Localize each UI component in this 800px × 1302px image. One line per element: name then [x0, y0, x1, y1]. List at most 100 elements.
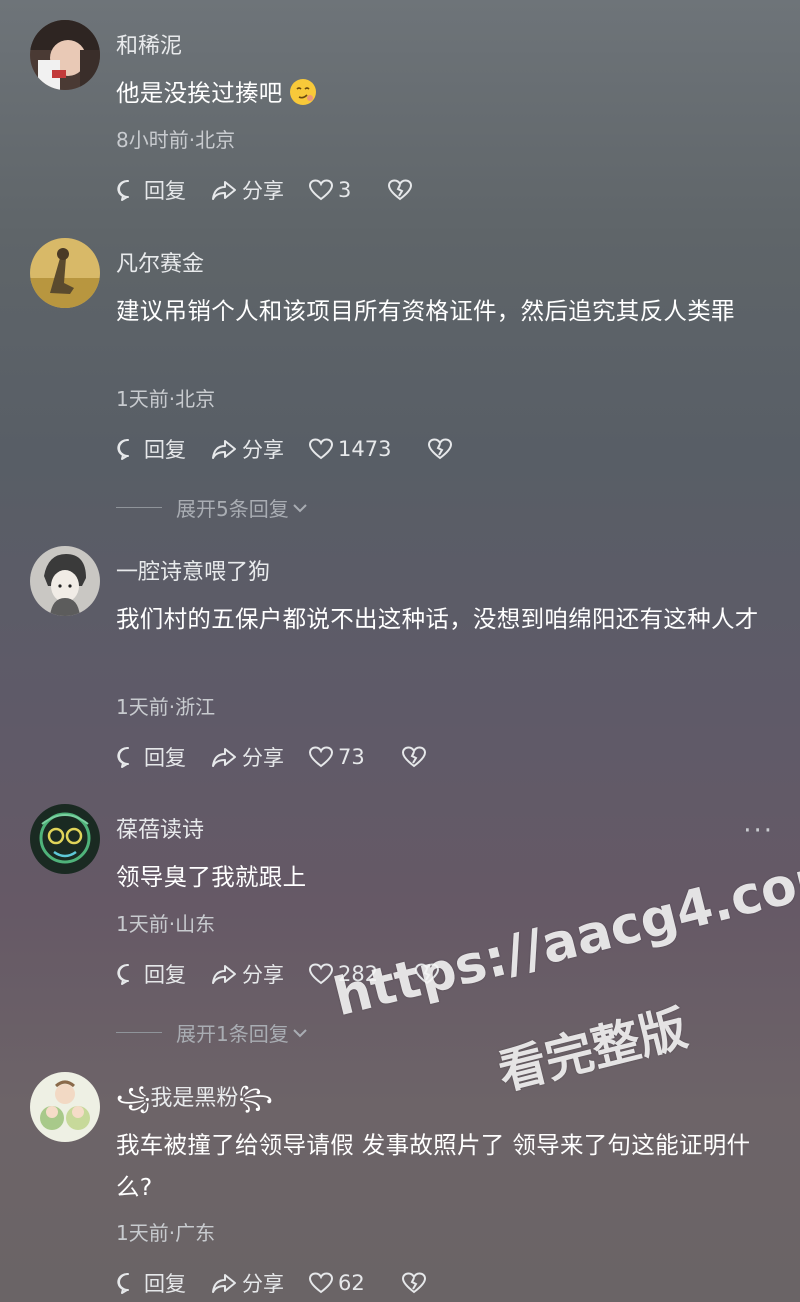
- like-count: 73: [338, 745, 365, 769]
- reply-icon: [117, 179, 129, 201]
- broken-heart-icon: [388, 179, 413, 201]
- username[interactable]: 和稀泥: [116, 28, 182, 60]
- username[interactable]: 凡尔赛金: [116, 246, 204, 278]
- avatar[interactable]: [30, 546, 100, 616]
- expand-replies-button[interactable]: 展开1条回复: [116, 1018, 309, 1047]
- dislike-button[interactable]: [387, 178, 417, 202]
- divider-line: [116, 1032, 162, 1033]
- watermark-caption: 看完整版: [492, 1000, 693, 1101]
- share-button[interactable]: 分享: [210, 434, 284, 464]
- broken-heart-icon: [401, 1272, 426, 1294]
- reply-button[interactable]: 回复: [116, 959, 186, 989]
- dislike-button[interactable]: [427, 437, 457, 461]
- dislike-button[interactable]: [401, 745, 431, 769]
- reply-button[interactable]: 回复: [116, 1268, 186, 1298]
- chevron-down-icon: [293, 1028, 307, 1037]
- comment-actions: 回复 分享 1473: [116, 434, 481, 464]
- username-ornament-left: ꧁: [116, 1086, 151, 1111]
- share-label: 分享: [242, 438, 284, 462]
- reply-icon: [117, 963, 129, 985]
- avatar-image: [30, 20, 100, 90]
- comment-text: 建议吊销个人和该项目所有资格证件，然后追究其反人类罪: [116, 297, 735, 325]
- reply-button[interactable]: 回复: [116, 175, 186, 205]
- heart-icon: [308, 963, 334, 985]
- comment-actions: 回复 分享 282: [116, 959, 468, 989]
- share-icon: [212, 748, 236, 767]
- share-button[interactable]: 分享: [210, 1268, 284, 1298]
- dislike-button[interactable]: [414, 962, 444, 986]
- comment-text: 我们村的五保户都说不出这种话，没想到咱绵阳还有这种人才: [116, 605, 759, 633]
- share-button[interactable]: 分享: [210, 742, 284, 772]
- comment-meta: 8小时前·北京: [116, 128, 236, 152]
- share-icon: [212, 1274, 236, 1293]
- broken-heart-icon: [428, 438, 453, 460]
- like-count: 62: [338, 1271, 365, 1295]
- share-button[interactable]: 分享: [210, 959, 284, 989]
- reply-icon: [117, 1272, 129, 1294]
- like-button[interactable]: 282: [308, 962, 378, 986]
- avatar-image: [30, 804, 100, 874]
- comment-actions: 回复 分享 62: [116, 1268, 455, 1298]
- broken-heart-icon: [415, 963, 440, 985]
- heart-icon: [308, 179, 334, 201]
- share-icon: [212, 965, 236, 984]
- comment-meta: 1天前·北京: [116, 387, 216, 411]
- expand-replies-button[interactable]: 展开5条回复: [116, 493, 309, 522]
- reply-label: 回复: [144, 438, 186, 462]
- reply-label: 回复: [144, 1272, 186, 1296]
- like-button[interactable]: 62: [308, 1271, 365, 1295]
- reply-label: 回复: [144, 963, 186, 987]
- username-text: 我是黑粉: [150, 1086, 239, 1111]
- reply-icon: [117, 438, 129, 460]
- heart-icon: [308, 746, 334, 768]
- comment-meta: 1天前·广东: [116, 1221, 216, 1245]
- reply-icon: [117, 746, 129, 768]
- avatar[interactable]: [30, 238, 100, 308]
- heart-icon: [308, 1272, 334, 1294]
- reply-button[interactable]: 回复: [116, 434, 186, 464]
- comment-meta: 1天前·浙江: [116, 695, 216, 719]
- smirk-emoji-icon: [289, 77, 317, 105]
- avatar[interactable]: [30, 1072, 100, 1142]
- chevron-down-icon: [293, 503, 307, 512]
- reply-button[interactable]: 回复: [116, 742, 186, 772]
- like-button[interactable]: 73: [308, 745, 365, 769]
- avatar-image: [30, 1072, 100, 1142]
- comment-meta: 1天前·山东: [116, 912, 216, 936]
- reply-label: 回复: [144, 179, 186, 203]
- expand-label: 展开5条回复: [176, 497, 289, 521]
- like-count: 282: [338, 962, 379, 986]
- like-count: 3: [338, 178, 352, 202]
- reply-label: 回复: [144, 746, 186, 770]
- share-icon: [212, 440, 236, 459]
- like-button[interactable]: 3: [308, 178, 351, 202]
- like-count: 1473: [338, 437, 392, 461]
- share-button[interactable]: 分享: [210, 175, 284, 205]
- share-label: 分享: [242, 746, 284, 770]
- dislike-button[interactable]: [401, 1271, 431, 1295]
- username[interactable]: ꧁我是黑粉꧂: [116, 1080, 273, 1126]
- username[interactable]: 一腔诗意喂了狗: [116, 554, 270, 586]
- comment-text-body: 他是没挨过揍吧: [116, 79, 283, 107]
- heart-icon: [308, 438, 334, 460]
- broken-heart-icon: [401, 746, 426, 768]
- comment-actions: 回复 分享 73: [116, 742, 455, 772]
- comment-text: 领导臭了我就跟上: [116, 863, 307, 891]
- more-options-button[interactable]: ···: [743, 816, 774, 846]
- avatar-image: [30, 238, 100, 308]
- avatar[interactable]: [30, 20, 100, 90]
- comment-actions: 回复 分享 3: [116, 175, 441, 205]
- avatar[interactable]: [30, 804, 100, 874]
- share-icon: [212, 181, 236, 200]
- username[interactable]: 葆蓓读诗: [116, 812, 204, 844]
- username-ornament-right: ꧂: [238, 1086, 273, 1111]
- share-label: 分享: [242, 963, 284, 987]
- avatar-image: [30, 546, 100, 616]
- divider-line: [116, 507, 162, 508]
- like-button[interactable]: 1473: [308, 437, 391, 461]
- share-label: 分享: [242, 1272, 284, 1296]
- comment-text: 他是没挨过揍吧: [116, 72, 776, 114]
- expand-label: 展开1条回复: [176, 1022, 289, 1046]
- share-label: 分享: [242, 179, 284, 203]
- comment-text: 我车被撞了给领导请假 发事故照片了 领导来了句这能证明什么?: [116, 1131, 751, 1201]
